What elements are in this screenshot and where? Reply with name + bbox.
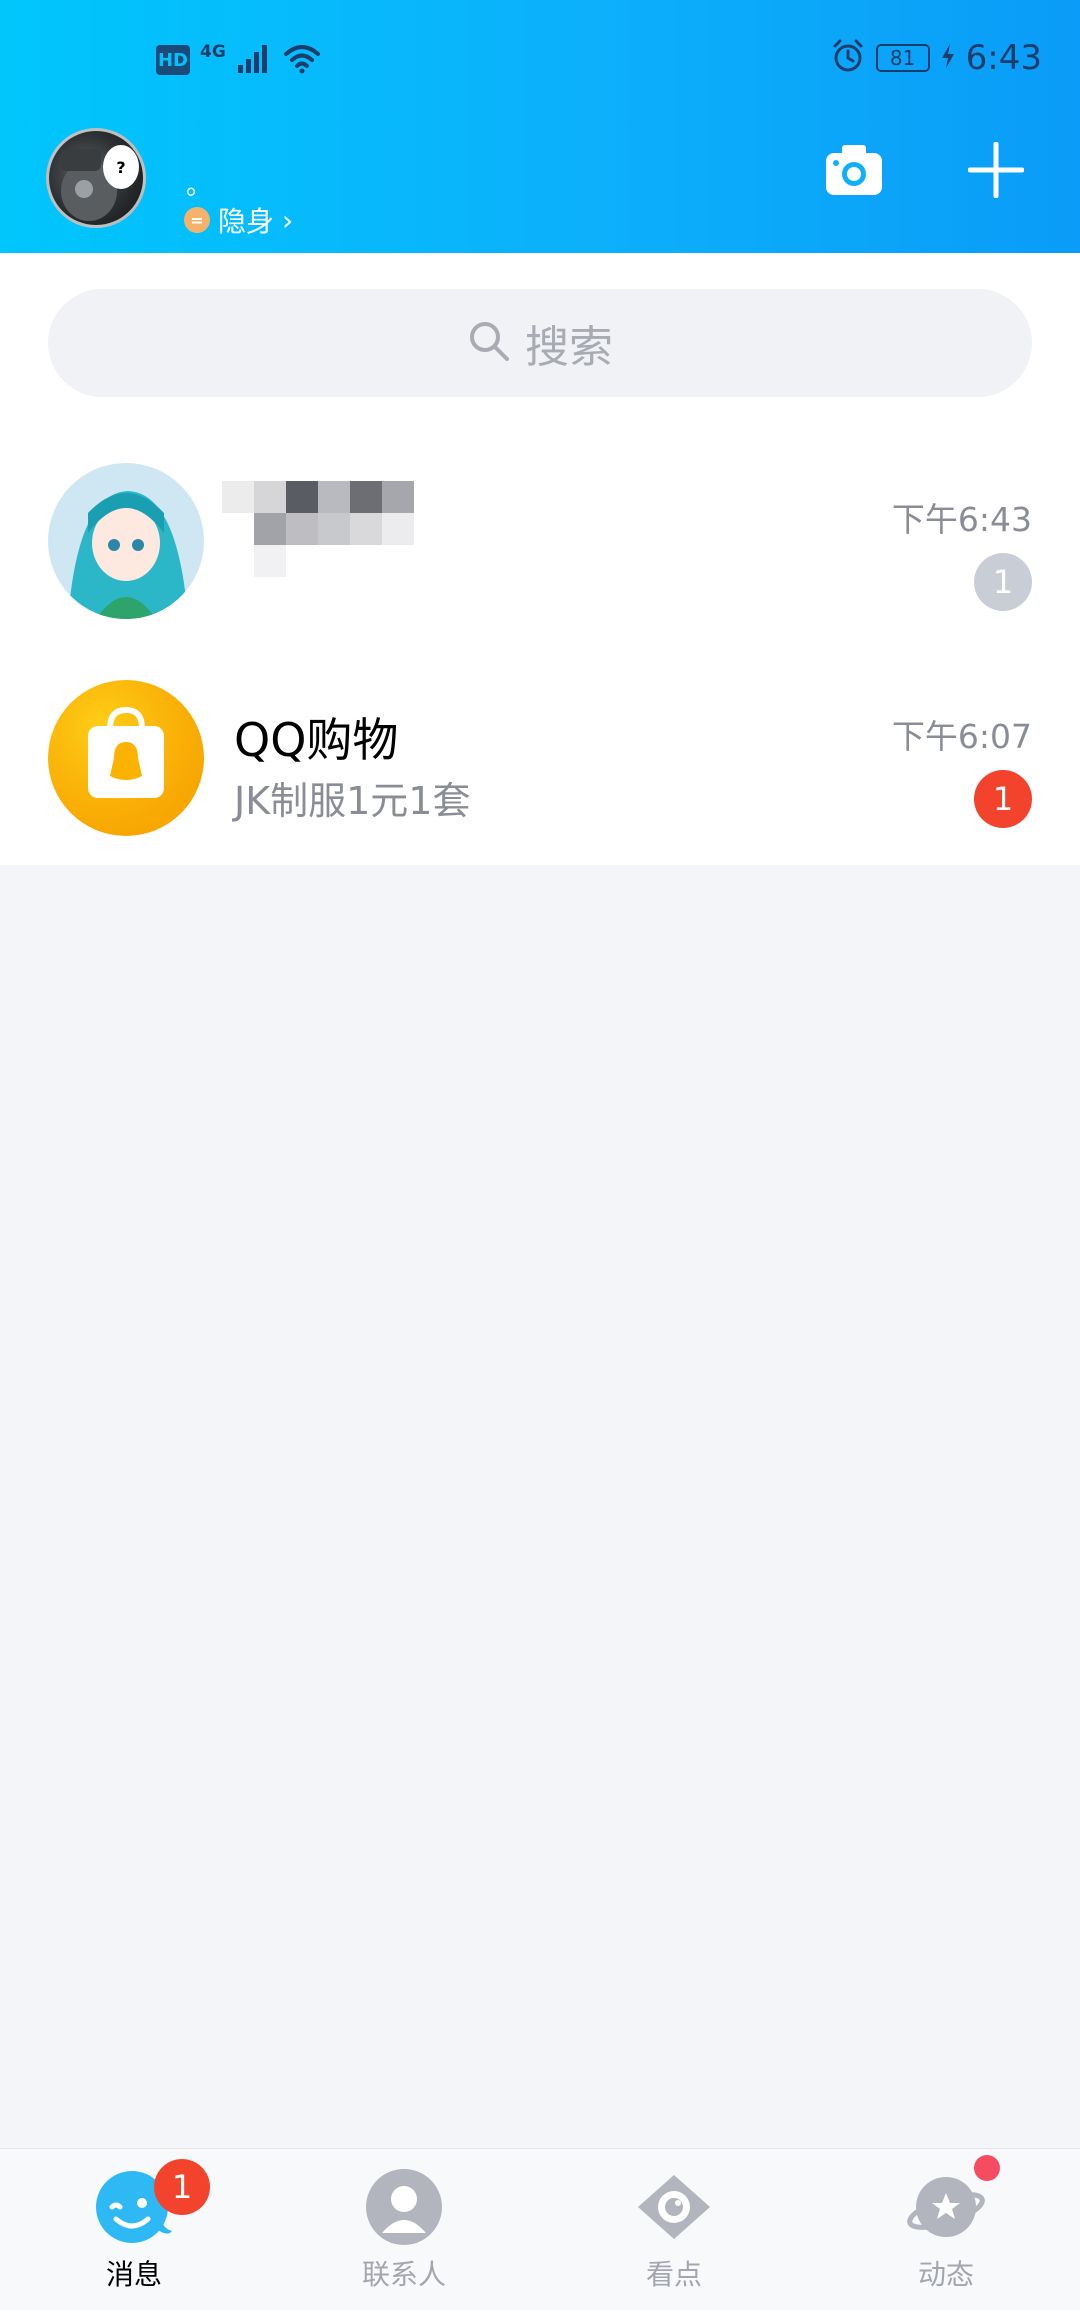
chevron-right-icon: › [282,203,294,237]
self-avatar[interactable]: ? [46,128,146,228]
notification-dot [974,2155,1000,2181]
header-bar: HD 4G 81 6:43 ? 。 = 隐身 › [0,0,1080,253]
bottom-tab-bar: 1 消息 联系人 看点 动态 [0,2148,1080,2310]
conversation-title: QQ购物 [234,713,399,767]
planet-icon [906,2155,1000,2247]
clock-time: 6:43 [965,38,1042,78]
camera-button[interactable] [822,140,886,204]
signal-icon [236,43,272,77]
status-right: 81 6:43 [830,38,1042,78]
network-type: 4G [200,42,226,62]
conversation-list: 搜索 下午6:43 1 QQ购物 JK制服1元1套 下午6:07 1 [0,253,1080,865]
qq-shopping-avatar [48,680,204,836]
tab-label: 看点 [645,2258,702,2291]
contacts-icon [364,2167,444,2247]
hd-icon: HD [156,45,190,75]
search-placeholder: 搜索 [525,322,613,373]
status-left: HD 4G [156,42,322,78]
tab-unread-badge: 1 [154,2159,210,2215]
invisible-status-icon: = [184,207,210,233]
contact-avatar [48,463,204,619]
status-bar: HD 4G 81 6:43 [0,0,1080,120]
unread-badge: 1 [974,770,1032,828]
wifi-icon [282,42,322,78]
tab-discover-view[interactable]: 看点 [584,2167,764,2307]
conversation-time: 下午6:43 [891,500,1032,539]
plus-icon [967,141,1025,202]
battery-indicator: 81 [875,44,930,72]
search-icon [467,319,511,367]
add-button[interactable] [964,140,1028,204]
tab-label: 动态 [917,2258,974,2291]
charging-icon [940,42,956,74]
tab-feeds[interactable]: 动态 [856,2155,1036,2307]
eye-icon [634,2167,714,2247]
tab-label: 消息 [105,2258,162,2291]
conversation-preview: JK制服1元1套 [234,779,471,823]
tab-contacts[interactable]: 联系人 [314,2167,494,2307]
tab-messages[interactable]: 1 消息 [44,2159,224,2307]
conversation-item[interactable]: QQ购物 JK制服1元1套 下午6:07 1 [0,670,1080,850]
conversation-time: 下午6:07 [891,717,1032,756]
online-status-toggle[interactable]: = 隐身 › [184,200,293,240]
camera-icon [824,143,884,201]
messages-icon: 1 [94,2159,210,2247]
speech-bubble-icon: ? [103,145,139,189]
online-status-label: 隐身 [218,205,275,238]
unread-badge: 1 [974,553,1032,611]
nickname[interactable]: 。 [186,165,212,202]
tab-label: 联系人 [361,2258,446,2291]
search-bar[interactable]: 搜索 [48,289,1032,397]
alarm-icon [830,38,866,78]
redacted-contact-name [222,481,452,581]
conversation-item[interactable]: 下午6:43 1 [0,453,1080,633]
